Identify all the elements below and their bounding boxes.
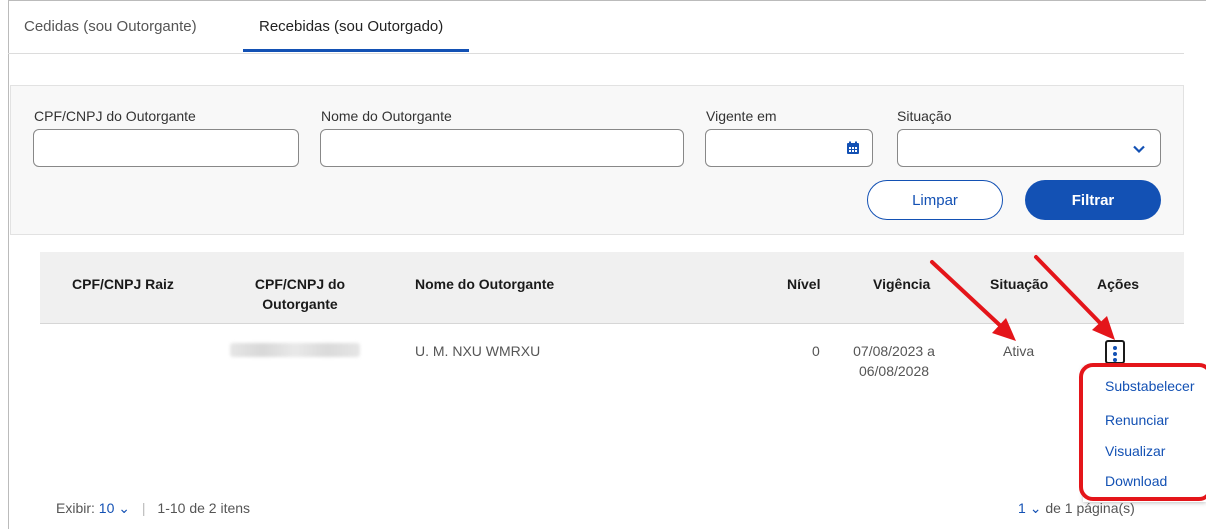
pages-text: de 1 página(s) (1045, 500, 1135, 516)
page-size-control: Exibir: 10 ⌄ | 1-10 de 2 itens (56, 500, 250, 517)
col-header-cpf-outorgante-line2: Outorgante (262, 296, 338, 312)
situacao-select[interactable] (897, 129, 1161, 167)
cpf-outorgante-input[interactable] (33, 129, 299, 167)
current-page-value: 1 (1018, 500, 1026, 516)
kebab-dot (1113, 352, 1117, 356)
filtrar-button[interactable]: Filtrar (1025, 180, 1161, 220)
cell-nivel: 0 (812, 343, 820, 359)
page-size-value: 10 (98, 500, 115, 516)
vigente-em-label: Vigente em (706, 108, 777, 124)
tab-bar: Cedidas (sou Outorgante) Recebidas (sou … (8, 0, 1184, 54)
filter-panel: CPF/CNPJ do Outorgante Nome do Outorgant… (10, 85, 1184, 235)
cpf-outorgante-label: CPF/CNPJ do Outorgante (34, 108, 196, 124)
chevron-down-icon (1133, 145, 1145, 154)
col-header-nivel: Nível (787, 276, 821, 292)
range-text: 1-10 de 2 itens (157, 500, 251, 516)
page-size-select[interactable]: 10 ⌄ (99, 500, 134, 516)
col-header-cpf-raiz: CPF/CNPJ Raiz (72, 276, 174, 292)
pagination: 1 ⌄ de 1 página(s) (1018, 500, 1135, 517)
cell-vigencia-line2: 06/08/2028 (858, 363, 930, 379)
col-header-cpf-outorgante-line1: CPF/CNPJ do (254, 276, 346, 292)
divider: | (141, 500, 146, 516)
col-header-vigencia: Vigência (873, 276, 931, 292)
nome-outorgante-label: Nome do Outorgante (321, 108, 452, 124)
situacao-label: Situação (897, 108, 952, 124)
tab-cedidas[interactable]: Cedidas (sou Outorgante) (24, 18, 197, 35)
current-page-select[interactable]: 1 ⌄ (1018, 500, 1045, 516)
cell-situacao: Ativa (1003, 343, 1035, 359)
cell-vigencia: 07/08/2023 a 06/08/2028 (842, 341, 946, 381)
annotation-highlight-box (1079, 363, 1206, 501)
col-header-situacao: Situação (990, 276, 1049, 292)
col-header-cpf-outorgante: CPF/CNPJ do Outorgante (240, 274, 360, 314)
active-tab-indicator (243, 49, 469, 52)
vigente-em-date-input[interactable] (705, 129, 873, 167)
col-header-nome: Nome do Outorgante (415, 276, 555, 292)
exibir-label: Exibir: (56, 500, 95, 516)
chevron-down-icon: ⌄ (118, 500, 130, 516)
table-header: CPF/CNPJ Raiz CPF/CNPJ do Outorgante Nom… (40, 252, 1184, 324)
tab-recebidas[interactable]: Recebidas (sou Outorgado) (259, 18, 443, 35)
cell-vigencia-line1: 07/08/2023 a (853, 343, 935, 359)
col-header-acoes: Ações (1097, 276, 1140, 292)
kebab-dot (1113, 346, 1117, 350)
limpar-button[interactable]: Limpar (867, 180, 1003, 220)
cpf-outorgante-redacted (230, 343, 360, 357)
more-actions-button[interactable] (1105, 340, 1125, 364)
nome-outorgante-input[interactable] (320, 129, 684, 167)
kebab-dot (1113, 358, 1117, 362)
cell-nome: U. M. NXU WMRXU (415, 343, 541, 359)
calendar-icon[interactable] (846, 141, 860, 155)
chevron-down-icon: ⌄ (1029, 500, 1042, 516)
